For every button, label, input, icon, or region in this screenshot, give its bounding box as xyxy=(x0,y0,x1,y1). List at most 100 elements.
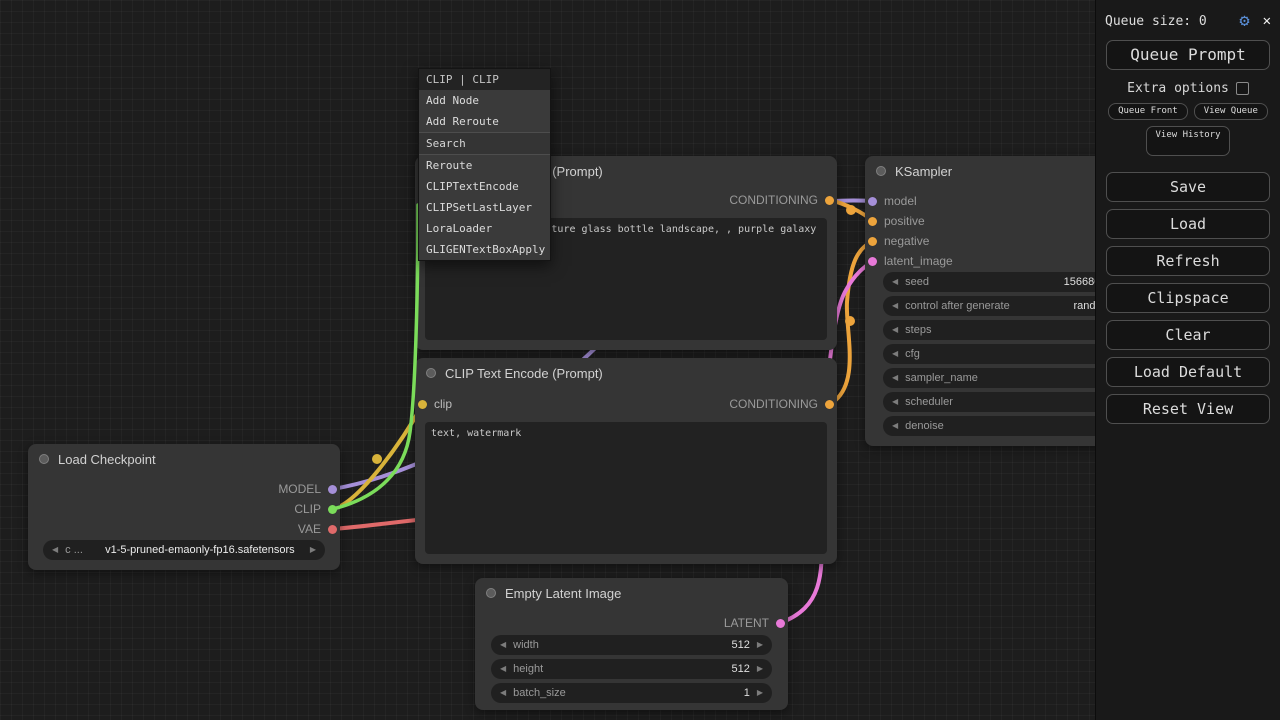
decrement-arrow-icon[interactable]: ◀ xyxy=(892,326,898,334)
vae-output-port[interactable] xyxy=(328,525,337,534)
widget-label: cfg xyxy=(905,348,920,360)
widget-label: height xyxy=(513,663,543,675)
decrement-arrow-icon[interactable]: ◀ xyxy=(500,641,506,649)
widget-label: control after generate xyxy=(905,300,1010,312)
node-title: Empty Latent Image xyxy=(505,586,621,601)
input-label-model: model xyxy=(884,194,917,208)
latent-image-input-port[interactable] xyxy=(868,257,877,266)
decrement-arrow-icon[interactable]: ◀ xyxy=(500,689,506,697)
load-default-button[interactable]: Load Default xyxy=(1106,357,1270,387)
decrement-arrow-icon[interactable]: ◀ xyxy=(892,302,898,310)
node-title: Load Checkpoint xyxy=(58,452,156,467)
model-input-port[interactable] xyxy=(868,197,877,206)
output-label-vae: VAE xyxy=(298,522,321,536)
menu-item-clipsetlastlayer[interactable]: CLIPSetLastLayer xyxy=(419,197,550,218)
wire-clip-link xyxy=(333,404,423,509)
widget-label: width xyxy=(513,639,539,651)
increment-arrow-icon[interactable]: ▶ xyxy=(310,546,316,554)
output-label-conditioning: CONDITIONING xyxy=(729,193,818,207)
menu-item-gligentextboxapply[interactable]: GLIGENTextBoxApply xyxy=(419,239,550,260)
positive-input-port[interactable] xyxy=(868,217,877,226)
widget-value: 512 xyxy=(731,663,749,675)
increment-arrow-icon[interactable]: ▶ xyxy=(757,689,763,697)
increment-arrow-icon[interactable]: ▶ xyxy=(757,665,763,673)
decrement-arrow-icon[interactable]: ◀ xyxy=(892,278,898,286)
collapse-dot-icon[interactable] xyxy=(39,454,49,464)
extra-options-label: Extra options xyxy=(1127,81,1229,96)
wire-clip-dragged xyxy=(333,205,418,509)
conditioning-output-port[interactable] xyxy=(825,196,834,205)
widget-value: 512 xyxy=(731,639,749,651)
node-load-checkpoint[interactable]: Load Checkpoint MODEL CLIP VAE ◀ c ... v… xyxy=(28,444,340,570)
node-title: CLIP Text Encode (Prompt) xyxy=(445,366,603,381)
decrement-arrow-icon[interactable]: ◀ xyxy=(892,422,898,430)
menu-item-add-reroute[interactable]: Add Reroute xyxy=(419,111,550,132)
menu-item-cliptextencode[interactable]: CLIPTextEncode xyxy=(419,176,550,197)
settings-gear-icon[interactable]: ⚙ xyxy=(1239,11,1249,31)
refresh-button[interactable]: Refresh xyxy=(1106,246,1270,276)
output-label-model: MODEL xyxy=(278,482,321,496)
widget-label: batch_size xyxy=(513,687,566,699)
model-output-port[interactable] xyxy=(328,485,337,494)
node-empty-latent-image[interactable]: Empty Latent Image LATENT ◀ width 512 ▶ … xyxy=(475,578,788,710)
output-label-conditioning: CONDITIONING xyxy=(729,397,818,411)
node-header[interactable]: Load Checkpoint xyxy=(28,444,340,474)
decrement-arrow-icon[interactable]: ◀ xyxy=(892,398,898,406)
increment-arrow-icon[interactable]: ▶ xyxy=(757,641,763,649)
load-button[interactable]: Load xyxy=(1106,209,1270,239)
clipspace-button[interactable]: Clipspace xyxy=(1106,283,1270,313)
queue-prompt-button[interactable]: Queue Prompt xyxy=(1106,40,1270,70)
decrement-arrow-icon[interactable]: ◀ xyxy=(52,546,58,554)
negative-input-port[interactable] xyxy=(868,237,877,246)
extra-options-checkbox[interactable] xyxy=(1236,82,1249,95)
decrement-arrow-icon[interactable]: ◀ xyxy=(892,350,898,358)
queue-size-label: Queue size: 0 xyxy=(1105,14,1239,29)
node-header[interactable]: CLIP Text Encode (Prompt) xyxy=(415,358,837,388)
widget-label: sampler_name xyxy=(905,372,978,384)
input-label-latent-image: latent_image xyxy=(884,254,953,268)
node-clip-text-encode-negative[interactable]: CLIP Text Encode (Prompt) clip CONDITION… xyxy=(415,358,837,564)
search-input[interactable]: Search xyxy=(419,132,550,155)
menu-item-loraloader[interactable]: LoraLoader xyxy=(419,218,550,239)
close-icon[interactable]: ✕ xyxy=(1263,13,1271,29)
view-history-button[interactable]: View History xyxy=(1146,126,1230,156)
ckpt-name-widget[interactable]: ◀ c ... v1-5-pruned-emaonly-fp16.safeten… xyxy=(43,540,325,560)
clear-button[interactable]: Clear xyxy=(1106,320,1270,350)
height-widget[interactable]: ◀ height 512 ▶ xyxy=(491,659,772,679)
node-title: KSampler xyxy=(895,164,952,179)
reset-view-button[interactable]: Reset View xyxy=(1106,394,1270,424)
widget-label: denoise xyxy=(905,420,944,432)
node-graph-canvas[interactable]: Load Checkpoint MODEL CLIP VAE ◀ c ... v… xyxy=(0,0,1280,720)
input-label-positive: positive xyxy=(884,214,925,228)
widget-value: v1-5-pruned-emaonly-fp16.safetensors xyxy=(105,544,295,556)
widget-label: scheduler xyxy=(905,396,953,408)
save-button[interactable]: Save xyxy=(1106,172,1270,202)
menu-item-add-node[interactable]: Add Node xyxy=(419,90,550,111)
context-menu-title: CLIP | CLIP xyxy=(419,69,550,90)
menu-item-reroute[interactable]: Reroute xyxy=(419,155,550,176)
wire-conditioning-negative-dot xyxy=(845,316,855,326)
decrement-arrow-icon[interactable]: ◀ xyxy=(892,374,898,382)
main-menu-panel: Queue size: 0 ⚙ ✕ Queue Prompt Extra opt… xyxy=(1095,0,1280,720)
widget-label: seed xyxy=(905,276,929,288)
width-widget[interactable]: ◀ width 512 ▶ xyxy=(491,635,772,655)
decrement-arrow-icon[interactable]: ◀ xyxy=(500,665,506,673)
collapse-dot-icon[interactable] xyxy=(486,588,496,598)
widget-value: 1 xyxy=(744,687,750,699)
input-label-clip: clip xyxy=(434,397,452,411)
batch-size-widget[interactable]: ◀ batch_size 1 ▶ xyxy=(491,683,772,703)
wire-clip-link-dot xyxy=(372,454,382,464)
node-header[interactable]: Empty Latent Image xyxy=(475,578,788,608)
view-queue-button[interactable]: View Queue xyxy=(1194,103,1268,120)
latent-output-port[interactable] xyxy=(776,619,785,628)
conditioning-output-port[interactable] xyxy=(825,400,834,409)
collapse-dot-icon[interactable] xyxy=(426,368,436,378)
queue-front-button[interactable]: Queue Front xyxy=(1108,103,1188,120)
input-label-negative: negative xyxy=(884,234,929,248)
wire-conditioning-positive-dot xyxy=(846,205,856,215)
collapse-dot-icon[interactable] xyxy=(876,166,886,176)
context-menu: CLIP | CLIP Add Node Add Reroute Search … xyxy=(418,68,551,261)
prompt-textarea[interactable]: text, watermark xyxy=(425,422,827,554)
clip-output-port[interactable] xyxy=(328,505,337,514)
clip-input-port[interactable] xyxy=(418,400,427,409)
